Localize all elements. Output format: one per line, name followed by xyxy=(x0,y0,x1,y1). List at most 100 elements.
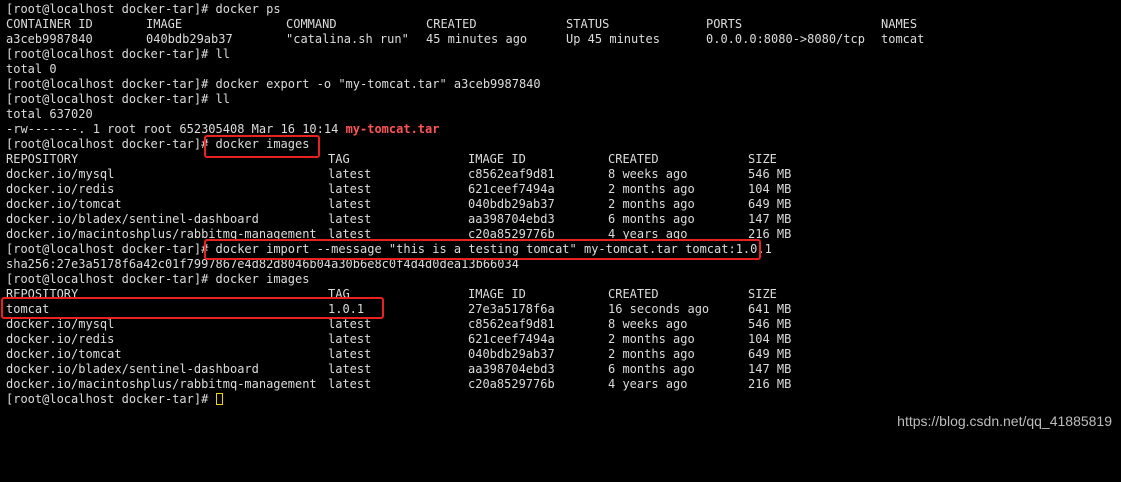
shell-prompt: [root@localhost docker-tar]# xyxy=(6,392,216,406)
ps-cell-command: "catalina.sh run" xyxy=(286,32,409,46)
cell-repository: docker.io/redis xyxy=(6,182,115,196)
cell-tag: latest xyxy=(328,362,372,376)
command-text: docker ps xyxy=(215,2,281,16)
images-header-size: SIZE xyxy=(748,152,777,166)
shell-prompt: [root@localhost docker-tar]# xyxy=(6,242,216,256)
ps-header-ports: PORTS xyxy=(706,17,743,31)
ps-header-container-id: CONTAINER ID xyxy=(6,17,93,31)
cell-created: 8 weeks ago xyxy=(608,167,688,181)
cell-image-id: 040bdb29ab37 xyxy=(468,347,555,361)
prompt-line: [root@localhost docker-tar]# ll xyxy=(6,47,230,62)
cell-repository: docker.io/tomcat xyxy=(6,347,122,361)
shell-prompt: [root@localhost docker-tar]# xyxy=(6,272,216,286)
cell-tag: latest xyxy=(328,377,372,391)
ll-total-line: total 0 xyxy=(6,62,57,76)
cell-created: 16 seconds ago xyxy=(608,302,710,316)
images-header-tag: TAG xyxy=(328,152,350,166)
cell-image-id: aa398704ebd3 xyxy=(468,362,555,376)
cell-tag: latest xyxy=(328,347,372,361)
cell-image-id: 27e3a5178f6a xyxy=(468,302,555,316)
shell-prompt: [root@localhost docker-tar]# xyxy=(6,47,216,61)
cell-size: 641 MB xyxy=(748,302,792,316)
cell-image-id: 040bdb29ab37 xyxy=(468,197,555,211)
cell-tag: latest xyxy=(328,332,372,346)
ps-row: a3ceb9987840 040bdb29ab37 "catalina.sh r… xyxy=(6,32,924,47)
highlight-box-docker-images xyxy=(204,135,320,158)
cell-image-id: 621ceef7494a xyxy=(468,182,555,196)
cell-tag: latest xyxy=(328,167,372,181)
command-text: docker export -o "my-tomcat.tar" a3ceb99… xyxy=(215,77,541,91)
images-row: docker.io/mysql latest c8562eaf9d81 8 we… xyxy=(6,167,791,182)
cell-image-id: 621ceef7494a xyxy=(468,332,555,346)
cell-size: 216 MB xyxy=(748,377,792,391)
images-header-image-id: IMAGE ID xyxy=(468,287,526,301)
cell-tag: latest xyxy=(328,212,372,226)
shell-prompt: [root@localhost docker-tar]# xyxy=(6,2,216,16)
images-row: docker.io/tomcat latest 040bdb29ab37 2 m… xyxy=(6,347,791,362)
cell-size: 147 MB xyxy=(748,212,792,226)
watermark-url: https://blog.csdn.net/qq_41885819 xyxy=(897,413,1112,429)
terminal-window[interactable]: [root@localhost docker-tar]# docker ps C… xyxy=(0,0,1121,440)
prompt-line: [root@localhost docker-tar]# docker imag… xyxy=(6,272,309,287)
cell-repository: docker.io/macintoshplus/rabbitmq-managem… xyxy=(6,377,317,391)
images-header-size: SIZE xyxy=(748,287,777,301)
prompt-line[interactable]: [root@localhost docker-tar]# xyxy=(6,392,223,407)
images-row: docker.io/redis latest 621ceef7494a 2 mo… xyxy=(6,332,791,347)
images-row: docker.io/macintoshplus/rabbitmq-managem… xyxy=(6,227,791,242)
cell-repository: docker.io/mysql xyxy=(6,317,115,331)
cell-size: 546 MB xyxy=(748,167,792,181)
cell-image-id: c8562eaf9d81 xyxy=(468,317,555,331)
ps-header-image: IMAGE xyxy=(146,17,183,31)
images-header-created: CREATED xyxy=(608,287,659,301)
cell-size: 104 MB xyxy=(748,182,792,196)
images-row: docker.io/macintoshplus/rabbitmq-managem… xyxy=(6,377,791,392)
prompt-line: [root@localhost docker-tar]# docker expo… xyxy=(6,77,541,92)
shell-prompt: [root@localhost docker-tar]# xyxy=(6,92,216,106)
ps-cell-status: Up 45 minutes xyxy=(566,32,660,46)
images-row: docker.io/bladex/sentinel-dashboard late… xyxy=(6,212,791,227)
command-text: ll xyxy=(215,47,230,61)
images-header-row: REPOSITORY TAG IMAGE ID CREATED SIZE xyxy=(6,152,777,167)
cell-size: 104 MB xyxy=(748,332,792,346)
highlight-box-docker-import xyxy=(204,239,761,260)
images-header-repository: REPOSITORY xyxy=(6,152,79,166)
cell-created: 2 months ago xyxy=(608,182,695,196)
cell-created: 4 years ago xyxy=(608,377,688,391)
images-row: docker.io/mysql latest c8562eaf9d81 8 we… xyxy=(6,317,791,332)
images-row: docker.io/redis latest 621ceef7494a 2 mo… xyxy=(6,182,791,197)
cell-tag: latest xyxy=(328,182,372,196)
ll-total-line: total 637020 xyxy=(6,107,93,121)
ps-cell-image: 040bdb29ab37 xyxy=(146,32,233,46)
ps-header-status: STATUS xyxy=(566,17,610,31)
images-header-created: CREATED xyxy=(608,152,659,166)
shell-prompt: [root@localhost docker-tar]# xyxy=(6,137,216,151)
cell-repository: docker.io/bladex/sentinel-dashboard xyxy=(6,212,259,226)
command-text: ll xyxy=(215,92,230,106)
cell-created: 6 months ago xyxy=(608,212,695,226)
prompt-line: [root@localhost docker-tar]# ll xyxy=(6,92,230,107)
ps-cell-ports: 0.0.0.0:8080->8080/tcp xyxy=(706,32,865,46)
cell-repository: docker.io/redis xyxy=(6,332,115,346)
cell-repository: docker.io/mysql xyxy=(6,167,115,181)
cell-size: 147 MB xyxy=(748,362,792,376)
cell-tag: latest xyxy=(328,317,372,331)
ps-header-row: CONTAINER ID IMAGE COMMAND CREATED STATU… xyxy=(6,17,917,32)
ps-header-created: CREATED xyxy=(426,17,477,31)
text-cursor[interactable] xyxy=(215,393,223,405)
prompt-line: [root@localhost docker-tar]# docker ps xyxy=(6,2,281,17)
cell-created: 8 weeks ago xyxy=(608,317,688,331)
ps-cell-names: tomcat xyxy=(881,32,925,46)
cell-created: 2 months ago xyxy=(608,332,695,346)
ps-header-names: NAMES xyxy=(881,17,918,31)
cell-repository: docker.io/tomcat xyxy=(6,197,122,211)
cell-repository: docker.io/bladex/sentinel-dashboard xyxy=(6,362,259,376)
cell-created: 2 months ago xyxy=(608,197,695,211)
cell-image-id: c20a8529776b xyxy=(468,377,555,391)
cell-image-id: c8562eaf9d81 xyxy=(468,167,555,181)
ps-cell-container-id: a3ceb9987840 xyxy=(6,32,93,46)
cell-size: 546 MB xyxy=(748,317,792,331)
images-header-image-id: IMAGE ID xyxy=(468,152,526,166)
command-text: docker images xyxy=(215,272,310,286)
highlight-box-tomcat-row xyxy=(1,297,384,319)
shell-prompt: [root@localhost docker-tar]# xyxy=(6,77,216,91)
